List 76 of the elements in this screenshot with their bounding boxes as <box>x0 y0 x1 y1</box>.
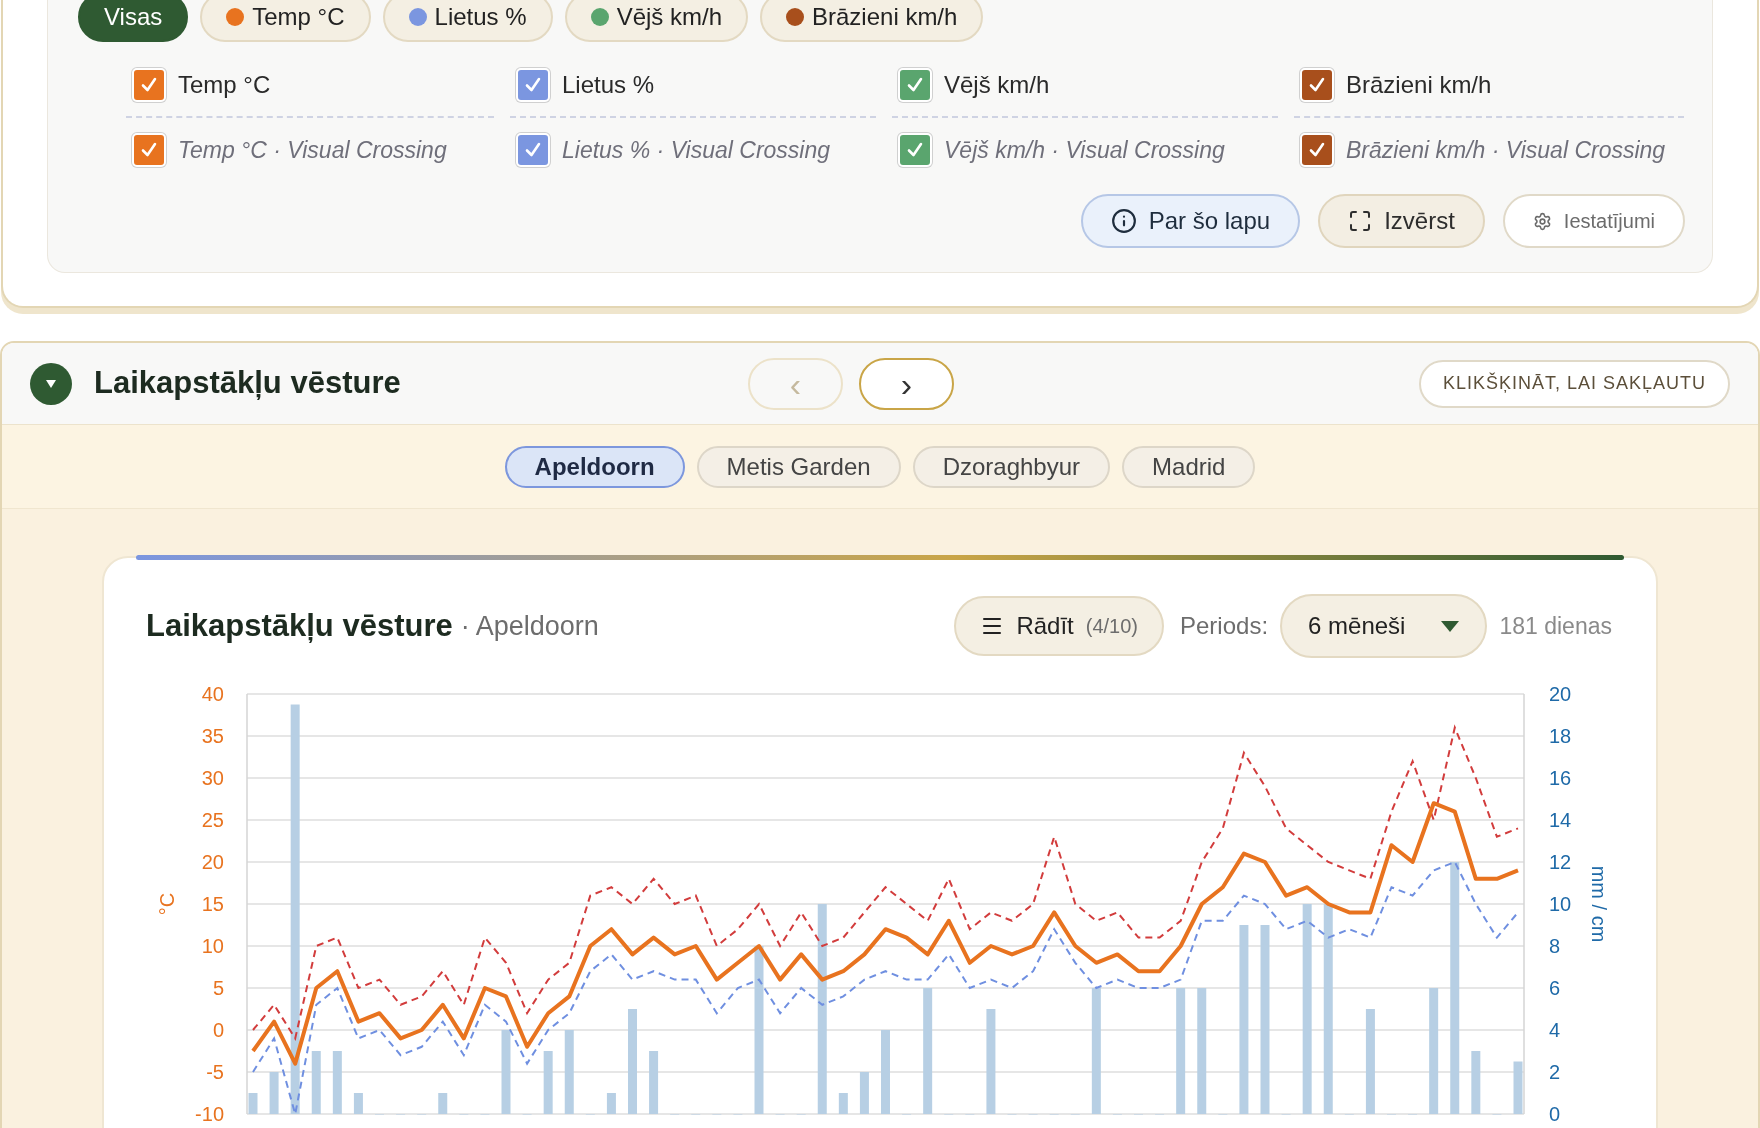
filter-chip[interactable]: Brāzieni km/h <box>760 0 984 42</box>
axis-tick-label: 40 <box>201 683 224 705</box>
axis-title: mm / cm <box>1588 865 1610 943</box>
days-count: 181 dienas <box>1499 611 1612 641</box>
checkbox-label: Temp °C <box>178 70 271 100</box>
axis-tick-label: 18 <box>1549 725 1572 747</box>
city-tab[interactable]: Dzoraghbyur <box>912 445 1111 488</box>
show-count: (4/10) <box>1085 614 1138 639</box>
axis-tick-label: 20 <box>1549 683 1572 705</box>
section-title: Laikapstākļu vēsture <box>94 364 402 403</box>
info-button[interactable]: Par šo lapu <box>1080 194 1301 248</box>
settings-button[interactable]: Iestatījumi <box>1502 194 1685 248</box>
period-select[interactable]: 6 mēneši <box>1280 594 1488 658</box>
checkbox-label: Vējš km/h · Visual Crossing <box>944 135 1225 165</box>
checkmark-icon <box>906 141 924 159</box>
expand-button[interactable]: Izvērst <box>1318 194 1485 248</box>
checkmark-icon <box>140 141 158 159</box>
filter-chip[interactable]: Vējš km/h <box>564 0 748 42</box>
city-tab[interactable]: Madrid <box>1122 445 1256 488</box>
period-label: Periods: <box>1180 611 1269 641</box>
axis-tick-label: 4 <box>1549 1019 1561 1041</box>
axis-tick-label: 5 <box>212 977 224 999</box>
axis-tick-label: 20 <box>201 851 224 873</box>
checkmark-icon <box>524 141 542 159</box>
info-icon <box>1110 208 1137 234</box>
chart-title: Laikapstākļu vēsture <box>146 606 453 645</box>
axis-tick-label: 10 <box>1549 893 1572 915</box>
axis-tick-label: 2 <box>1549 1061 1561 1083</box>
checkmark-icon <box>140 76 158 94</box>
axis-tick-label: 0 <box>1549 1103 1561 1125</box>
axis-tick-label: 35 <box>201 725 224 747</box>
checkbox[interactable] <box>1300 68 1334 102</box>
filter-chip[interactable]: Lietus % <box>382 0 553 42</box>
axis-tick-label: 16 <box>1549 767 1572 789</box>
expand-icon <box>1348 209 1373 233</box>
checkbox[interactable] <box>132 68 166 102</box>
checkbox-label: Lietus % · Visual Crossing <box>562 135 831 165</box>
collapse-toggle[interactable] <box>30 362 72 405</box>
next-button[interactable]: › <box>859 357 954 410</box>
checkbox-label: Temp °C · Visual Crossing <box>178 135 447 165</box>
filter-chip[interactable]: Temp °C <box>200 0 371 42</box>
triangle-icon <box>45 377 57 390</box>
checkmark-icon <box>906 76 924 94</box>
checkmark-icon <box>1308 141 1326 159</box>
checkbox[interactable] <box>516 68 550 102</box>
checkbox-label: Vējš km/h <box>944 70 1050 100</box>
axis-tick-label: 8 <box>1549 935 1561 957</box>
show-button[interactable]: Rādīt (4/10) <box>954 596 1164 656</box>
checkmark-icon <box>1308 76 1326 94</box>
axis-tick-label: 15 <box>201 893 224 915</box>
axis-tick-label: 25 <box>201 809 224 831</box>
city-tab[interactable]: Metis Garden <box>696 445 901 488</box>
checkbox[interactable] <box>516 133 550 167</box>
axis-tick-label: 30 <box>201 767 224 789</box>
dropdown-caret-icon <box>1441 620 1460 632</box>
checkmark-icon <box>524 76 542 94</box>
axis-tick-label: -10 <box>195 1103 224 1125</box>
checkbox[interactable] <box>132 133 166 167</box>
axis-tick-label: 0 <box>212 1019 224 1041</box>
checkbox-label: Brāzieni km/h · Visual Crossing <box>1346 135 1666 165</box>
axis-title: °C <box>156 892 178 916</box>
axis-tick-label: -5 <box>206 1061 224 1083</box>
collapse-button[interactable]: KLIKŠĶINĀT, LAI SAKĻAUTU <box>1418 359 1730 408</box>
settings-icon <box>1532 211 1552 231</box>
axis-tick-label: 6 <box>1549 977 1561 999</box>
axis-tick-label: 12 <box>1549 851 1572 873</box>
chart-subtitle: · Apeldoorn <box>460 609 599 643</box>
checkbox-label: Brāzieni km/h <box>1346 70 1492 100</box>
checkbox[interactable] <box>898 133 932 167</box>
filter-chip[interactable]: Visas <box>78 0 189 42</box>
city-tab[interactable]: Apeldoorn <box>504 445 685 488</box>
checkbox[interactable] <box>1300 133 1334 167</box>
axis-tick-label: 14 <box>1549 809 1572 831</box>
checkbox[interactable] <box>898 68 932 102</box>
checkbox-label: Lietus % <box>562 70 655 100</box>
axis-tick-label: 10 <box>201 935 224 957</box>
